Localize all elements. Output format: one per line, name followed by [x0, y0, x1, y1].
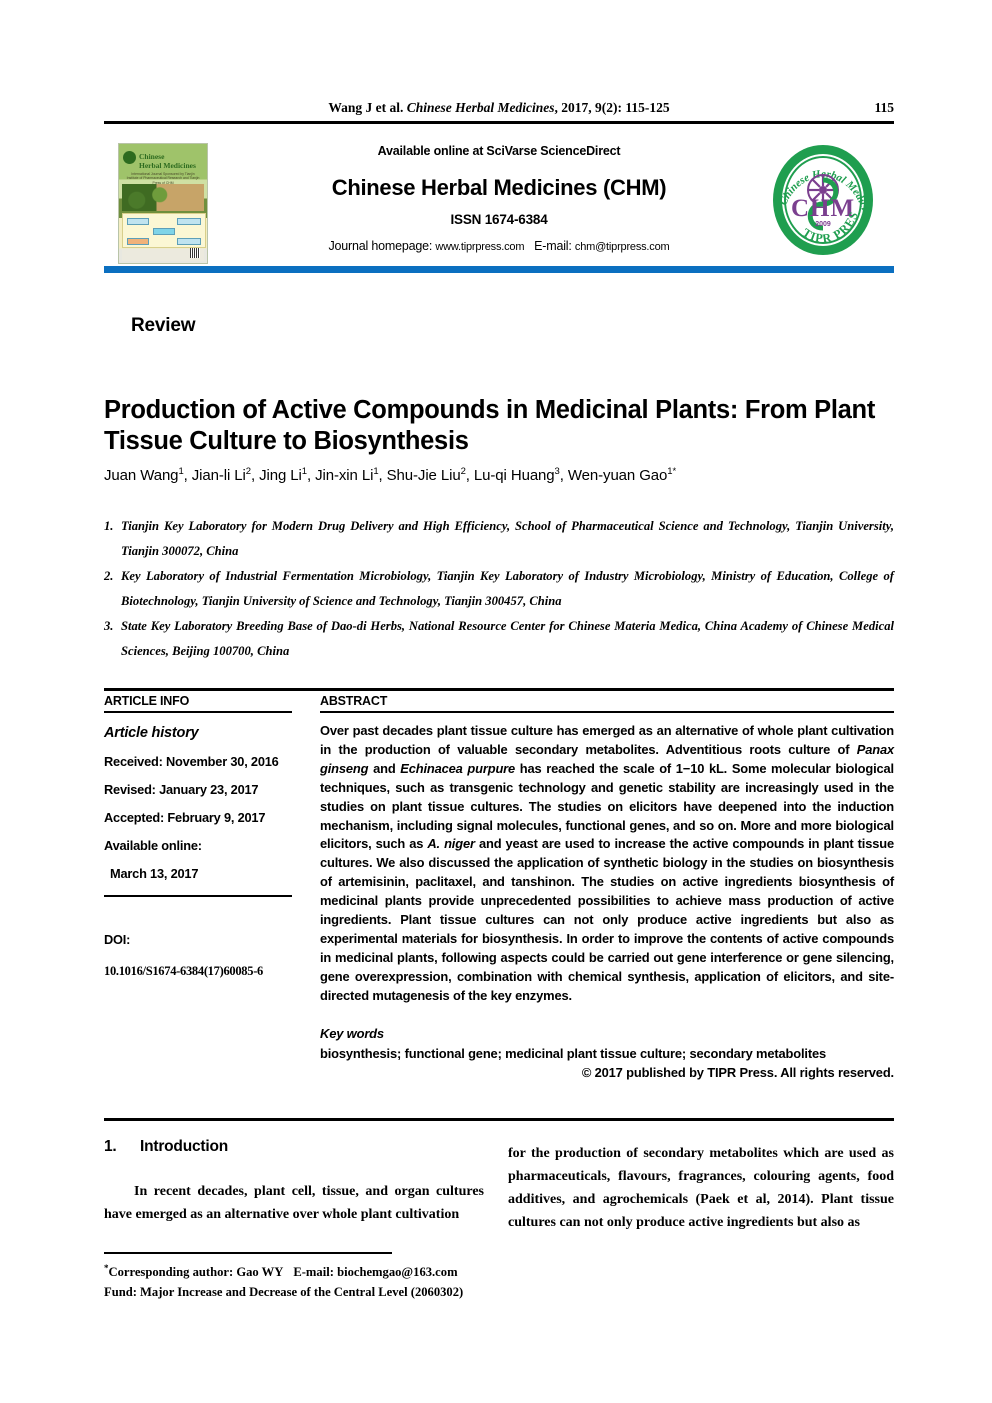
revised-date: Revised: January 23, 2017 [104, 782, 259, 797]
author-item: Jian-li Li2 [191, 466, 251, 484]
footnote-block: *Corresponding author: Gao WY E-mail: bio… [104, 1258, 604, 1302]
abstract-block-top-rule [104, 688, 894, 691]
affiliation-text: Tianjin Key Laboratory for Modern Drug D… [121, 519, 894, 558]
homepage-url[interactable]: www.tiprpress.com [435, 241, 524, 253]
cover-diagram [122, 213, 206, 248]
available-online-label: Available online: [104, 838, 202, 853]
header-rule [104, 121, 894, 124]
section-title: Introduction [140, 1138, 228, 1155]
affiliation-number: 3. [104, 619, 114, 633]
author-item: Jin-xin Li1 [315, 466, 379, 484]
abstract-heading: ABSTRACT [320, 694, 388, 708]
journal-cover-thumbnail: Chinese Herbal Medicines International J… [118, 143, 208, 264]
cover-emblem-icon [123, 151, 136, 164]
page-title: Production of Active Compounds in Medici… [104, 396, 876, 456]
species-name: Echinacea purpure [400, 760, 516, 776]
article-type-label: Review [131, 315, 196, 336]
svg-text:2009: 2009 [815, 221, 831, 228]
affiliation-number: 1. [104, 519, 114, 533]
author-list: Juan Wang1, Jian-li Li2, Jing Li1, Jin-x… [104, 466, 677, 484]
accepted-date: Accepted: February 9, 2017 [104, 810, 266, 825]
received-date: Received: November 30, 2016 [104, 754, 279, 769]
journal-issn: ISSN 1674-6384 [450, 212, 548, 227]
cover-title: Chinese Herbal Medicines [139, 152, 196, 170]
author-item: Wen-yuan Gao1* [567, 466, 677, 484]
journal-masthead: Chinese Herbal Medicines International J… [104, 140, 894, 264]
affiliation-item: 2. Key Laboratory of Industrial Fermenta… [104, 564, 894, 614]
article-history-rule [104, 895, 292, 897]
cover-footer [122, 248, 204, 261]
cover-qr-icon [190, 248, 200, 258]
journal-contact-line: Journal homepage: www.tiprpress.com E-ma… [234, 239, 764, 253]
author-item: Juan Wang1 [104, 466, 184, 484]
article-info-heading: ARTICLE INFO [104, 694, 190, 708]
abstract-rule [320, 711, 894, 713]
abstract-column: ABSTRACT Over past decades plant tissue … [320, 694, 894, 1080]
author-item: Lu-qi Huang3 [473, 466, 560, 484]
chm-press-logo: Chinese Herbal Medicines [770, 144, 876, 257]
journal-name: Chinese Herbal Medicines (CHM) [331, 175, 667, 200]
author-item: Shu-Jie Liu2 [386, 466, 466, 484]
masthead-accent-bar [104, 266, 894, 273]
body-paragraph: for the production of secondary metaboli… [508, 1146, 894, 1230]
running-head: Wang J et al. Chinese Herbal Medicines, … [104, 100, 894, 116]
section-number: 1. [104, 1138, 117, 1155]
homepage-label: Journal homepage: [328, 239, 436, 253]
email-address[interactable]: chm@tiprpress.com [575, 241, 670, 253]
article-history-title: Article history [104, 725, 199, 741]
keywords-title: Key words [320, 1025, 384, 1041]
corresponding-email[interactable]: biochemgao@163.com [337, 1265, 458, 1279]
affiliation-text: Key Laboratory of Industrial Fermentatio… [121, 569, 894, 608]
page-number: 115 [874, 100, 894, 115]
running-head-citation: , 2017, 9(2): 115-125 [554, 100, 670, 115]
article-info-column: ARTICLE INFO Article history Received: N… [104, 694, 309, 979]
affiliation-list: 1. Tianjin Key Laboratory for Modern Dru… [104, 514, 894, 664]
running-head-journal: Chinese Herbal Medicines [406, 100, 555, 115]
affiliation-number: 2. [104, 569, 114, 583]
available-online-date: March 13, 2017 [110, 866, 199, 881]
affiliation-text: State Key Laboratory Breeding Base of Da… [121, 619, 894, 658]
cover-photo [122, 184, 204, 211]
email-label: E-mail: [534, 239, 575, 253]
affiliation-item: 1. Tianjin Key Laboratory for Modern Dru… [104, 514, 894, 564]
article-info-rule [104, 711, 292, 713]
fund-line: Fund: Major Increase and Decrease of the… [104, 1285, 464, 1300]
author-item: Jing Li1 [259, 466, 307, 484]
masthead-text: Available online at SciVarse ScienceDire… [234, 144, 764, 253]
section-heading-introduction: 1. Introduction [104, 1138, 228, 1156]
corresponding-author-line: *Corresponding author: Gao WY E-mail: bio… [104, 1263, 458, 1280]
body-column-right: for the production of secondary metaboli… [508, 1142, 894, 1234]
abstract-text: Over past decades plant tissue culture h… [320, 723, 894, 1003]
footnote-rule [104, 1252, 392, 1254]
body-paragraph: In recent decades, plant cell, tissue, a… [104, 1184, 484, 1222]
paper-page: Wang J et al. Chinese Herbal Medicines, … [0, 0, 992, 1403]
doi-label: DOI: [104, 932, 131, 947]
body-column-left: In recent decades, plant cell, tissue, a… [104, 1180, 484, 1226]
keywords-text: biosynthesis; functional gene; medicinal… [320, 1045, 827, 1061]
species-name: A. niger [427, 836, 475, 852]
running-head-prefix: Wang J et al. [328, 100, 407, 115]
affiliation-item: 3. State Key Laboratory Breeding Base of… [104, 614, 894, 664]
doi-value[interactable]: 10.1016/S1674-6384(17)60085-6 [104, 964, 309, 979]
corresponding-author-name: Gao WY [236, 1265, 284, 1280]
available-online-line: Available online at SciVarse ScienceDire… [377, 144, 621, 158]
copyright-text: © 2017 published by TIPR Press. All righ… [581, 1064, 894, 1080]
abstract-block-bottom-rule [104, 1118, 894, 1121]
